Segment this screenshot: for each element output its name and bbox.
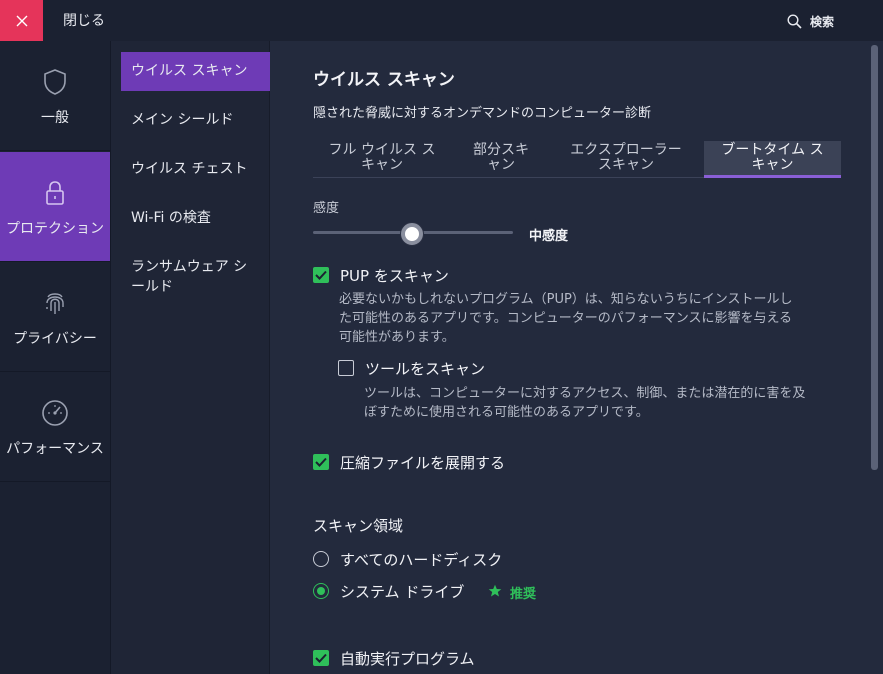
tab-explorer-scan[interactable]: エクスプローラー スキャン	[551, 141, 701, 178]
checkmark-icon	[315, 270, 327, 280]
subnav-wifi-inspector[interactable]: Wi-Fi の検査	[121, 208, 270, 228]
page-title: ウイルス スキャン	[313, 70, 455, 90]
lock-icon	[44, 178, 66, 208]
tab-boot-time-scan[interactable]: ブートタイム ス キャン	[704, 141, 841, 178]
tab-label-line1: フル ウイルス ス	[328, 142, 436, 158]
category-label: パフォーマンス	[6, 441, 104, 457]
desc-line: 必要ないかもしれないプログラム（PUP）は、知らないうちにインストールし	[339, 292, 793, 307]
main-content: ウイルス スキャン 隠された脅威に対するオンデマンドのコンピューター診断 フル …	[271, 41, 883, 674]
scan-area-title: スキャン領域	[313, 517, 404, 535]
tools-description: ツールは、コンピューターに対するアクセス、制御、または潜在的に害を及 ぼすために…	[364, 384, 805, 422]
subnav-virus-chest[interactable]: ウイルス チェスト	[121, 159, 270, 179]
tools-label[interactable]: ツールをスキャン	[365, 358, 485, 379]
sensitivity-value: 中感度	[529, 229, 569, 244]
search-icon[interactable]	[787, 14, 802, 29]
autorun-label[interactable]: 自動実行プログラム	[340, 648, 475, 669]
checkmark-icon	[315, 457, 327, 467]
archive-checkbox[interactable]	[313, 454, 329, 470]
category-label: プライバシー	[13, 331, 97, 347]
subnav-virus-scan[interactable]: ウイルス スキャン	[121, 52, 270, 91]
desc-line: 可能性があります。	[339, 330, 455, 345]
checkmark-icon	[315, 653, 327, 663]
pup-label[interactable]: PUP をスキャン	[340, 265, 449, 286]
tab-label-line2: ャン	[487, 157, 515, 173]
autorun-checkbox[interactable]	[313, 650, 329, 666]
tools-checkbox[interactable]	[338, 360, 354, 376]
fingerprint-icon	[43, 288, 67, 318]
desc-line: ぼすために使用される可能性のあるアプリです。	[364, 405, 649, 420]
radio-all-hard-disks[interactable]	[313, 551, 329, 567]
desc-line: ツールは、コンピューターに対するアクセス、制御、または潜在的に害を及	[364, 386, 806, 401]
pup-checkbox[interactable]	[313, 267, 329, 283]
pup-description: 必要ないかもしれないプログラム（PUP）は、知らないうちにインストールし た可能…	[339, 290, 793, 347]
radio-system-drive-label[interactable]: システム ドライブ	[340, 581, 464, 602]
radio-dot	[317, 587, 325, 595]
recommended-badge: 推奨	[510, 587, 537, 602]
tab-full-scan[interactable]: フル ウイルス ス キャン	[313, 141, 451, 178]
sensitivity-label: 感度	[313, 201, 340, 216]
tab-label-line1: エクスプローラー	[570, 142, 682, 158]
category-label: プロテクション	[6, 221, 104, 237]
title-bar: 閉じる 検索	[0, 0, 883, 41]
radio-system-drive[interactable]	[313, 583, 329, 599]
category-sidebar: 一般 プロテクション プライバシー パフォーマンス	[0, 41, 111, 674]
category-general[interactable]: 一般	[0, 41, 110, 151]
subnav-ransomware-shield[interactable]: ランサムウェア シールド	[121, 257, 261, 297]
category-performance[interactable]: パフォーマンス	[0, 372, 110, 482]
search-label[interactable]: 検索	[810, 13, 834, 30]
sub-navigation: ウイルス スキャン メイン シールド ウイルス チェスト Wi-Fi の検査 ラ…	[111, 41, 270, 674]
category-protection[interactable]: プロテクション	[0, 152, 110, 262]
category-privacy[interactable]: プライバシー	[0, 262, 110, 372]
close-icon[interactable]	[16, 15, 28, 27]
speedometer-icon	[41, 398, 69, 428]
tab-partial-scan[interactable]: 部分スキ ャン	[451, 141, 551, 178]
category-label: 一般	[41, 110, 69, 126]
sensitivity-slider-thumb[interactable]	[401, 223, 423, 245]
scan-tabs: フル ウイルス ス キャン 部分スキ ャン エクスプローラー スキャン ブートタ…	[313, 141, 841, 178]
tab-label-line2: キャン	[751, 157, 794, 173]
search-button[interactable]: 検索	[787, 13, 834, 30]
subnav-main-shield[interactable]: メイン シールド	[121, 110, 270, 130]
page-subtitle: 隠された脅威に対するオンデマンドのコンピューター診断	[313, 106, 652, 121]
radio-all-hard-disks-label[interactable]: すべてのハードディスク	[340, 549, 502, 570]
tab-label-line1: 部分スキ	[473, 142, 529, 158]
shield-icon	[43, 67, 67, 97]
tab-label-line2: スキャン	[598, 157, 654, 173]
archive-label[interactable]: 圧縮ファイルを展開する	[340, 452, 505, 473]
tab-label-line2: キャン	[361, 157, 403, 173]
star-icon	[488, 584, 502, 597]
tab-label-line1: ブートタイム ス	[721, 142, 824, 158]
close-button[interactable]	[0, 0, 43, 41]
scrollbar[interactable]	[871, 45, 878, 470]
desc-line: た可能性のあるアプリです。コンピューターのパフォーマンスに影響を与える	[339, 311, 793, 326]
close-label[interactable]: 閉じる	[63, 10, 105, 30]
